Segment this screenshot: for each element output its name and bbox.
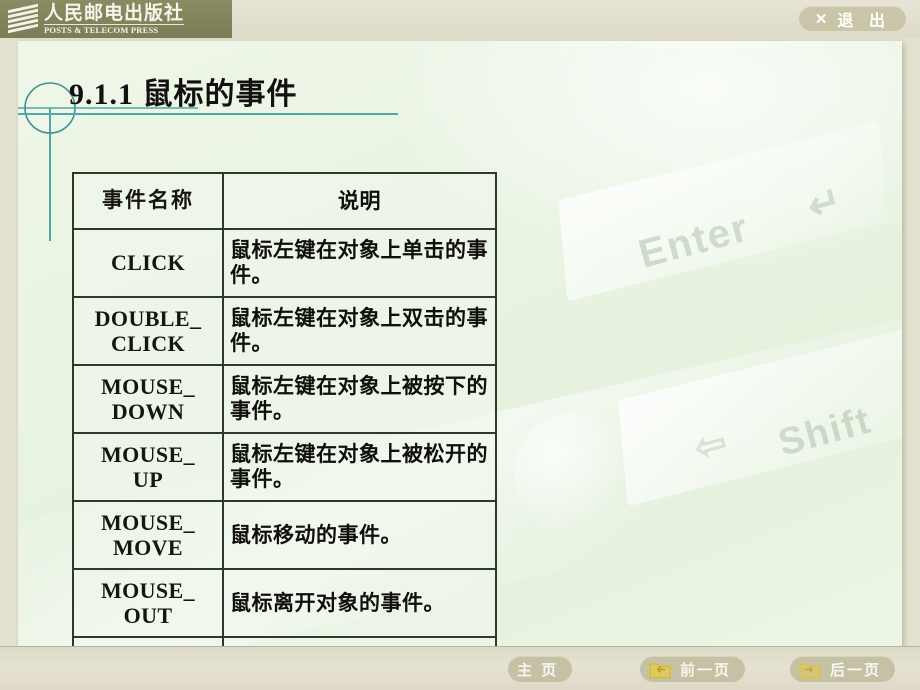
presentation-viewer: 人民邮电出版社 POSTS & TELECOM PRESS ✕ 退 出 Ente… — [0, 0, 920, 690]
page-title: 9.1.1 鼠标的事件 — [69, 78, 298, 111]
event-description-cell: 鼠标左键在对象上被按下的事件。 — [222, 364, 497, 434]
event-description-cell: 鼠标移动到对象上的事 — [222, 636, 497, 646]
table-row: MOUSE_ 鼠标移动到对象上的事 — [72, 636, 497, 646]
background-highlight-blob — [514, 413, 634, 533]
publisher-logo: 人民邮电出版社 POSTS & TELECOM PRESS — [0, 0, 232, 38]
event-name-cell: MOUSE_ DOWN — [72, 364, 224, 434]
previous-page-button[interactable]: 前一页 — [640, 656, 746, 682]
table-row: DOUBLE_ CLICK 鼠标左键在对象上双击的事件。 — [72, 296, 497, 366]
mouse-events-table: 事件名称 说明 CLICK 鼠标左键在对象上单击的事件。 DOUBLE_ CLIC… — [72, 172, 497, 646]
table-row: MOUSE_ UP 鼠标左键在对象上被松开的事件。 — [72, 432, 497, 502]
event-name-cell: MOUSE_ MOVE — [72, 500, 224, 570]
close-x-icon: ✕ — [814, 10, 828, 28]
event-name-cell: MOUSE_ UP — [72, 432, 224, 502]
event-description-cell: 鼠标左键在对象上单击的事件。 — [222, 228, 497, 298]
publisher-name-cn: 人民邮电出版社 — [44, 1, 185, 24]
stacked-lines-logo-icon — [8, 2, 38, 36]
table-row: MOUSE_ OUT 鼠标离开对象的事件。 — [72, 568, 497, 638]
folder-forward-icon — [799, 660, 821, 679]
table-row: MOUSE_ DOWN 鼠标左键在对象上被按下的事件。 — [72, 364, 497, 434]
next-page-button[interactable]: 后一页 — [790, 656, 896, 682]
home-button[interactable]: 主 页 — [508, 656, 573, 682]
column-header-description: 说明 — [222, 172, 497, 230]
previous-page-label: 前一页 — [680, 660, 732, 679]
event-name-cell: DOUBLE_ CLICK — [72, 296, 224, 366]
table-row: CLICK 鼠标左键在对象上单击的事件。 — [72, 228, 497, 298]
column-header-event-name: 事件名称 — [72, 172, 224, 230]
slide-canvas: Enter ↵ Shift ⇨ 9.1.1 鼠标的事件 事件名称 说明 CLIC… — [18, 41, 902, 646]
home-button-label: 主 页 — [517, 660, 559, 679]
event-name-cell: CLICK — [72, 228, 224, 298]
exit-button[interactable]: ✕ 退 出 — [798, 6, 906, 31]
exit-button-label: 退 出 — [837, 10, 890, 30]
title-underline — [18, 113, 398, 115]
publisher-name-en: POSTS & TELECOM PRESS — [44, 23, 185, 35]
event-description-cell: 鼠标左键在对象上被松开的事件。 — [222, 432, 497, 502]
next-page-label: 后一页 — [830, 660, 882, 679]
folder-back-icon — [649, 660, 671, 679]
event-name-cell: MOUSE_ OUT — [72, 568, 224, 638]
event-description-cell: 鼠标左键在对象上双击的事件。 — [222, 296, 497, 366]
event-description-cell: 鼠标离开对象的事件。 — [222, 568, 497, 638]
table-row: MOUSE_ MOVE 鼠标移动的事件。 — [72, 500, 497, 570]
publisher-logo-text: 人民邮电出版社 POSTS & TELECOM PRESS — [44, 1, 185, 35]
table-header-row: 事件名称 说明 — [72, 172, 497, 230]
event-description-cell: 鼠标移动的事件。 — [222, 500, 497, 570]
app-header: 人民邮电出版社 POSTS & TELECOM PRESS ✕ 退 出 — [0, 0, 920, 38]
navigation-bar: 主 页 前一页 后一页 — [0, 646, 920, 690]
event-name-cell: MOUSE_ — [72, 636, 224, 646]
